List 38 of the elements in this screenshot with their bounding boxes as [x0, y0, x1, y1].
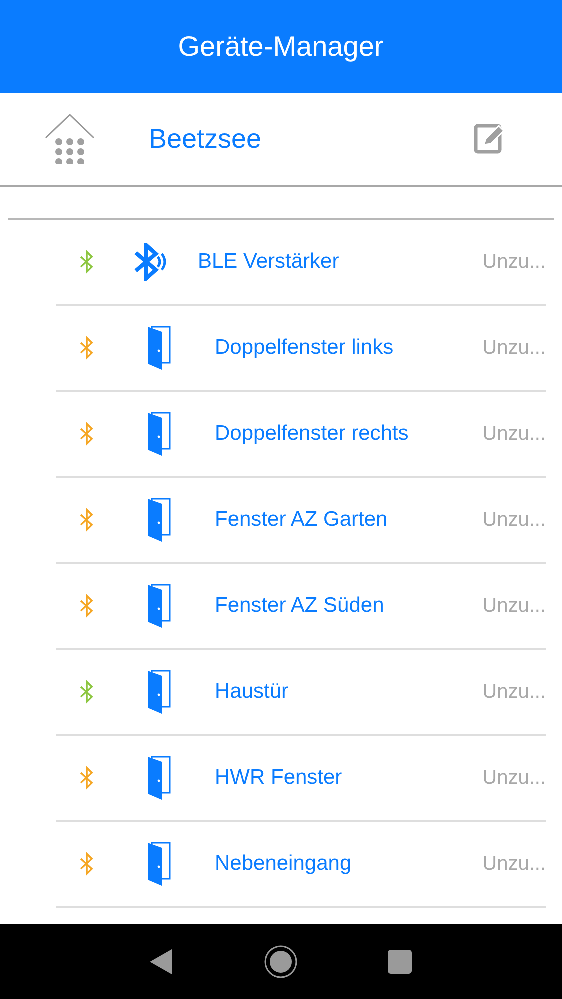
- device-row[interactable]: Doppelfenster links Unzu...: [56, 306, 546, 392]
- device-status: Unzu...: [482, 680, 546, 705]
- device-name: Doppelfenster links: [215, 335, 395, 362]
- device-name: Doppelfenster rechts: [215, 421, 410, 448]
- location-name[interactable]: Beetzsee: [149, 118, 262, 160]
- device-name: Fenster AZ Garten: [215, 507, 389, 534]
- device-name: BLE Verstärker: [198, 249, 340, 276]
- device-status: Unzu...: [482, 250, 546, 275]
- edit-icon[interactable]: [474, 124, 506, 154]
- screen-title: Geräte-Manager: [178, 30, 384, 64]
- device-name: HWR Fenster: [215, 765, 344, 792]
- door-icon: [146, 584, 172, 628]
- device-row[interactable]: Haustür Unzu...: [56, 650, 546, 736]
- device-status: Unzu...: [482, 766, 546, 791]
- device-status: Unzu...: [482, 336, 546, 361]
- door-icon: [146, 326, 172, 370]
- home-grid-icon[interactable]: [45, 114, 95, 164]
- door-icon: [146, 498, 172, 542]
- device-name: Haustür: [215, 679, 290, 706]
- door-icon: [146, 756, 172, 800]
- door-icon: [146, 670, 172, 714]
- device-name: Fenster AZ Süden: [215, 593, 386, 620]
- device-row[interactable]: BLE Verstärker Unzu...: [56, 220, 546, 306]
- recents-icon[interactable]: [388, 950, 412, 974]
- back-icon[interactable]: [150, 948, 174, 974]
- door-icon: [146, 412, 172, 456]
- device-status: Unzu...: [482, 422, 546, 447]
- device-row[interactable]: Nebeneingang Unzu...: [56, 822, 546, 908]
- device-status: Unzu...: [482, 852, 546, 877]
- device-status: Unzu...: [482, 508, 546, 533]
- home-icon[interactable]: [264, 944, 298, 978]
- device-row[interactable]: Fenster AZ Garten Unzu...: [56, 478, 546, 564]
- device-row[interactable]: HWR Fenster Unzu...: [56, 736, 546, 822]
- device-status: Unzu...: [482, 594, 546, 619]
- device-name: Nebeneingang: [215, 851, 353, 878]
- device-row[interactable]: Fenster AZ Süden Unzu...: [56, 564, 546, 650]
- door-icon: [146, 842, 172, 886]
- device-row[interactable]: Doppelfenster rechts Unzu...: [56, 392, 546, 478]
